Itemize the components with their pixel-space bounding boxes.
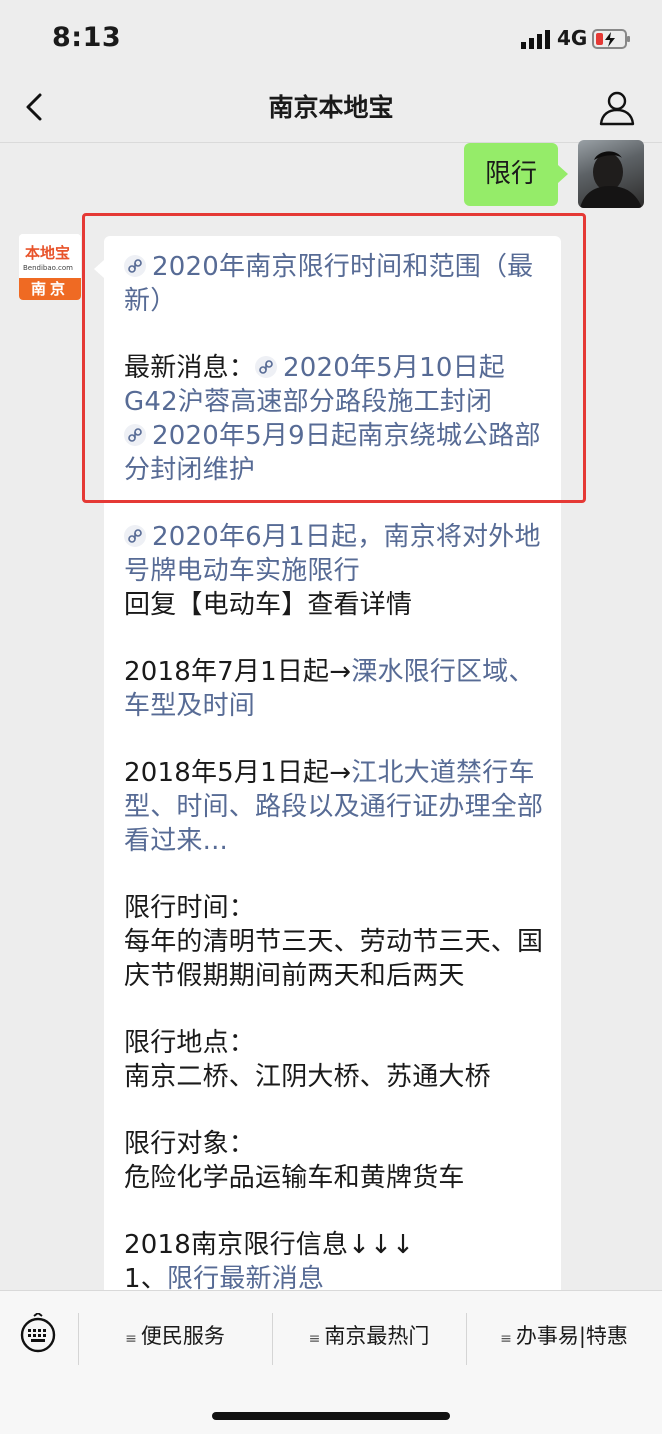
link-ebike-restriction[interactable]: 2020年6月1日起，南京将对外地号牌电动车实施限行 bbox=[124, 522, 541, 586]
logo-city-text: 南京 bbox=[19, 278, 81, 300]
status-bar: 8:13 4G bbox=[0, 0, 662, 70]
mini-program-icon bbox=[124, 424, 146, 446]
info-2018-heading: 2018南京限行信息↓↓↓ bbox=[124, 1230, 415, 1260]
network-type: 4G bbox=[557, 26, 588, 50]
link-limit-time-range[interactable]: 2020年南京限行时间和范围（最新） bbox=[124, 252, 533, 316]
place-text: 南京二桥、江阴大桥、苏通大桥 bbox=[124, 1062, 491, 1092]
status-time: 8:13 bbox=[52, 22, 122, 53]
time-label: 限行时间： bbox=[124, 893, 256, 923]
link-ring-road-maintenance[interactable]: 2020年5月9日起南京绕城公路部分封闭维护 bbox=[124, 421, 541, 485]
menu-item-label: 南京最热门 bbox=[324, 1324, 430, 1348]
mini-program-icon bbox=[124, 525, 146, 547]
nav-bar: 南京本地宝 bbox=[0, 70, 662, 143]
mini-program-icon bbox=[255, 356, 278, 378]
menu-item-convenience[interactable]: ≡ 便民服务 bbox=[78, 1291, 272, 1369]
menu-bars-icon: ≡ bbox=[500, 1331, 512, 1347]
logo-main-text: 本地宝 bbox=[25, 244, 71, 262]
official-account-avatar[interactable]: 本地宝 Bendibao.com 南京 bbox=[19, 234, 81, 300]
home-indicator[interactable] bbox=[212, 1412, 450, 1420]
object-label: 限行对象： bbox=[124, 1129, 256, 1159]
user-avatar-silhouette bbox=[580, 151, 642, 208]
place-label: 限行地点： bbox=[124, 1028, 256, 1058]
user-avatar[interactable] bbox=[578, 140, 644, 208]
battery-icon bbox=[592, 29, 630, 49]
menu-item-label: 办事易|特惠 bbox=[515, 1324, 628, 1348]
mini-program-icon bbox=[124, 255, 146, 277]
keyboard-icon[interactable] bbox=[18, 1313, 58, 1353]
user-message-bubble[interactable]: 限行 bbox=[464, 143, 568, 206]
page-title: 南京本地宝 bbox=[268, 93, 394, 122]
logo-top: 本地宝 Bendibao.com bbox=[19, 234, 81, 278]
jiangbei-prefix: 2018年5月1日起→ bbox=[124, 758, 352, 788]
signal-icon bbox=[521, 30, 550, 49]
reply-message-bubble: 2020年南京限行时间和范围（最新） 最新消息： 2020年5月10日起G42沪蓉… bbox=[94, 236, 561, 1296]
menu-bars-icon: ≡ bbox=[308, 1331, 321, 1347]
menu-item-label: 便民服务 bbox=[140, 1324, 225, 1348]
latest-news-label: 最新消息： bbox=[124, 353, 256, 383]
time-text: 每年的清明节三天、劳动节三天、国庆节假期期间前两天和后两天 bbox=[124, 927, 544, 991]
menu-bars-icon: ≡ bbox=[125, 1331, 137, 1347]
lishui-prefix: 2018年7月1日起→ bbox=[124, 657, 352, 687]
reply-ebike-text: 回复【电动车】查看详情 bbox=[124, 590, 413, 620]
logo-url-text: Bendibao.com bbox=[23, 264, 74, 272]
menu-item-services[interactable]: ≡ 办事易|特惠 bbox=[466, 1291, 662, 1369]
profile-icon[interactable] bbox=[598, 90, 636, 126]
menu-item-hottest[interactable]: ≡ 南京最热门 bbox=[272, 1291, 466, 1369]
reply-content: 2020年南京限行时间和范围（最新） 最新消息： 2020年5月10日起G42沪蓉… bbox=[124, 250, 549, 1296]
object-text: 危险化学品运输车和黄牌货车 bbox=[124, 1163, 465, 1193]
